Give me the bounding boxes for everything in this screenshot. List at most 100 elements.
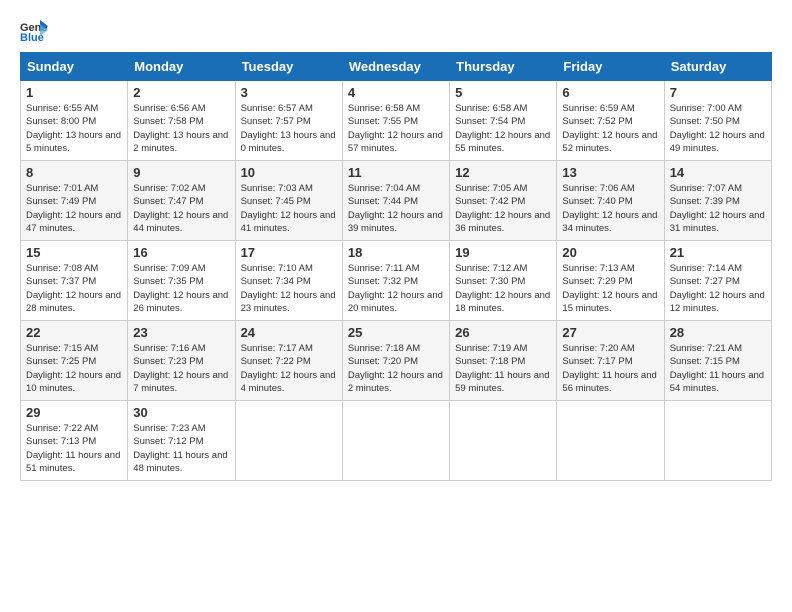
day-number: 12 [455, 165, 551, 180]
day-info: Sunrise: 7:17 AMSunset: 7:22 PMDaylight:… [241, 343, 336, 394]
day-info: Sunrise: 7:03 AMSunset: 7:45 PMDaylight:… [241, 183, 336, 234]
day-info: Sunrise: 7:18 AMSunset: 7:20 PMDaylight:… [348, 343, 443, 394]
day-number: 21 [670, 245, 766, 260]
weekday-header-saturday: Saturday [664, 53, 771, 81]
day-number: 13 [562, 165, 658, 180]
day-cell: 24 Sunrise: 7:17 AMSunset: 7:22 PMDaylig… [235, 321, 342, 401]
day-number: 6 [562, 85, 658, 100]
day-number: 8 [26, 165, 122, 180]
day-number: 26 [455, 325, 551, 340]
day-number: 9 [133, 165, 229, 180]
day-info: Sunrise: 7:04 AMSunset: 7:44 PMDaylight:… [348, 183, 443, 234]
day-number: 27 [562, 325, 658, 340]
day-number: 7 [670, 85, 766, 100]
weekday-header-monday: Monday [128, 53, 235, 81]
day-info: Sunrise: 6:58 AMSunset: 7:55 PMDaylight:… [348, 103, 443, 154]
calendar-table: SundayMondayTuesdayWednesdayThursdayFrid… [20, 52, 772, 481]
week-row-2: 8 Sunrise: 7:01 AMSunset: 7:49 PMDayligh… [21, 161, 772, 241]
day-number: 4 [348, 85, 444, 100]
day-cell: 13 Sunrise: 7:06 AMSunset: 7:40 PMDaylig… [557, 161, 664, 241]
day-cell: 15 Sunrise: 7:08 AMSunset: 7:37 PMDaylig… [21, 241, 128, 321]
day-number: 24 [241, 325, 337, 340]
day-number: 11 [348, 165, 444, 180]
day-number: 18 [348, 245, 444, 260]
day-cell: 7 Sunrise: 7:00 AMSunset: 7:50 PMDayligh… [664, 81, 771, 161]
logo: General Blue [20, 20, 48, 42]
day-number: 29 [26, 405, 122, 420]
day-info: Sunrise: 7:05 AMSunset: 7:42 PMDaylight:… [455, 183, 550, 234]
day-cell: 18 Sunrise: 7:11 AMSunset: 7:32 PMDaylig… [342, 241, 449, 321]
week-row-1: 1 Sunrise: 6:55 AMSunset: 8:00 PMDayligh… [21, 81, 772, 161]
weekday-header-sunday: Sunday [21, 53, 128, 81]
day-info: Sunrise: 7:02 AMSunset: 7:47 PMDaylight:… [133, 183, 228, 234]
day-number: 16 [133, 245, 229, 260]
day-info: Sunrise: 7:22 AMSunset: 7:13 PMDaylight:… [26, 423, 120, 474]
day-number: 28 [670, 325, 766, 340]
day-cell: 27 Sunrise: 7:20 AMSunset: 7:17 PMDaylig… [557, 321, 664, 401]
day-number: 1 [26, 85, 122, 100]
day-cell: 22 Sunrise: 7:15 AMSunset: 7:25 PMDaylig… [21, 321, 128, 401]
day-info: Sunrise: 6:57 AMSunset: 7:57 PMDaylight:… [241, 103, 336, 154]
week-row-5: 29 Sunrise: 7:22 AMSunset: 7:13 PMDaylig… [21, 401, 772, 481]
day-cell: 6 Sunrise: 6:59 AMSunset: 7:52 PMDayligh… [557, 81, 664, 161]
day-cell: 5 Sunrise: 6:58 AMSunset: 7:54 PMDayligh… [450, 81, 557, 161]
day-info: Sunrise: 7:21 AMSunset: 7:15 PMDaylight:… [670, 343, 764, 394]
day-number: 19 [455, 245, 551, 260]
day-info: Sunrise: 7:13 AMSunset: 7:29 PMDaylight:… [562, 263, 657, 314]
day-info: Sunrise: 7:23 AMSunset: 7:12 PMDaylight:… [133, 423, 227, 474]
day-cell: 12 Sunrise: 7:05 AMSunset: 7:42 PMDaylig… [450, 161, 557, 241]
day-number: 23 [133, 325, 229, 340]
day-number: 20 [562, 245, 658, 260]
day-cell: 21 Sunrise: 7:14 AMSunset: 7:27 PMDaylig… [664, 241, 771, 321]
day-cell [450, 401, 557, 481]
weekday-header-tuesday: Tuesday [235, 53, 342, 81]
day-info: Sunrise: 7:20 AMSunset: 7:17 PMDaylight:… [562, 343, 656, 394]
day-cell: 30 Sunrise: 7:23 AMSunset: 7:12 PMDaylig… [128, 401, 235, 481]
day-info: Sunrise: 7:15 AMSunset: 7:25 PMDaylight:… [26, 343, 121, 394]
day-number: 15 [26, 245, 122, 260]
day-info: Sunrise: 7:08 AMSunset: 7:37 PMDaylight:… [26, 263, 121, 314]
day-cell [342, 401, 449, 481]
day-info: Sunrise: 7:12 AMSunset: 7:30 PMDaylight:… [455, 263, 550, 314]
day-number: 14 [670, 165, 766, 180]
day-cell: 11 Sunrise: 7:04 AMSunset: 7:44 PMDaylig… [342, 161, 449, 241]
day-info: Sunrise: 7:06 AMSunset: 7:40 PMDaylight:… [562, 183, 657, 234]
day-cell [557, 401, 664, 481]
day-cell: 20 Sunrise: 7:13 AMSunset: 7:29 PMDaylig… [557, 241, 664, 321]
day-info: Sunrise: 7:00 AMSunset: 7:50 PMDaylight:… [670, 103, 765, 154]
day-cell: 28 Sunrise: 7:21 AMSunset: 7:15 PMDaylig… [664, 321, 771, 401]
weekday-header-row: SundayMondayTuesdayWednesdayThursdayFrid… [21, 53, 772, 81]
week-row-3: 15 Sunrise: 7:08 AMSunset: 7:37 PMDaylig… [21, 241, 772, 321]
day-number: 2 [133, 85, 229, 100]
day-cell: 10 Sunrise: 7:03 AMSunset: 7:45 PMDaylig… [235, 161, 342, 241]
day-number: 30 [133, 405, 229, 420]
day-cell: 9 Sunrise: 7:02 AMSunset: 7:47 PMDayligh… [128, 161, 235, 241]
weekday-header-thursday: Thursday [450, 53, 557, 81]
day-number: 17 [241, 245, 337, 260]
day-cell: 25 Sunrise: 7:18 AMSunset: 7:20 PMDaylig… [342, 321, 449, 401]
day-cell: 1 Sunrise: 6:55 AMSunset: 8:00 PMDayligh… [21, 81, 128, 161]
day-info: Sunrise: 7:11 AMSunset: 7:32 PMDaylight:… [348, 263, 443, 314]
day-info: Sunrise: 7:14 AMSunset: 7:27 PMDaylight:… [670, 263, 765, 314]
day-number: 10 [241, 165, 337, 180]
week-row-4: 22 Sunrise: 7:15 AMSunset: 7:25 PMDaylig… [21, 321, 772, 401]
day-info: Sunrise: 7:01 AMSunset: 7:49 PMDaylight:… [26, 183, 121, 234]
day-info: Sunrise: 6:55 AMSunset: 8:00 PMDaylight:… [26, 103, 121, 154]
day-cell: 16 Sunrise: 7:09 AMSunset: 7:35 PMDaylig… [128, 241, 235, 321]
day-cell: 19 Sunrise: 7:12 AMSunset: 7:30 PMDaylig… [450, 241, 557, 321]
day-info: Sunrise: 7:10 AMSunset: 7:34 PMDaylight:… [241, 263, 336, 314]
day-info: Sunrise: 7:07 AMSunset: 7:39 PMDaylight:… [670, 183, 765, 234]
day-cell [664, 401, 771, 481]
day-number: 22 [26, 325, 122, 340]
day-cell: 23 Sunrise: 7:16 AMSunset: 7:23 PMDaylig… [128, 321, 235, 401]
weekday-header-wednesday: Wednesday [342, 53, 449, 81]
day-cell [235, 401, 342, 481]
day-info: Sunrise: 7:19 AMSunset: 7:18 PMDaylight:… [455, 343, 549, 394]
day-number: 5 [455, 85, 551, 100]
day-number: 3 [241, 85, 337, 100]
day-cell: 14 Sunrise: 7:07 AMSunset: 7:39 PMDaylig… [664, 161, 771, 241]
logo-icon: General Blue [20, 20, 48, 42]
day-info: Sunrise: 6:56 AMSunset: 7:58 PMDaylight:… [133, 103, 228, 154]
day-cell: 4 Sunrise: 6:58 AMSunset: 7:55 PMDayligh… [342, 81, 449, 161]
day-info: Sunrise: 6:59 AMSunset: 7:52 PMDaylight:… [562, 103, 657, 154]
